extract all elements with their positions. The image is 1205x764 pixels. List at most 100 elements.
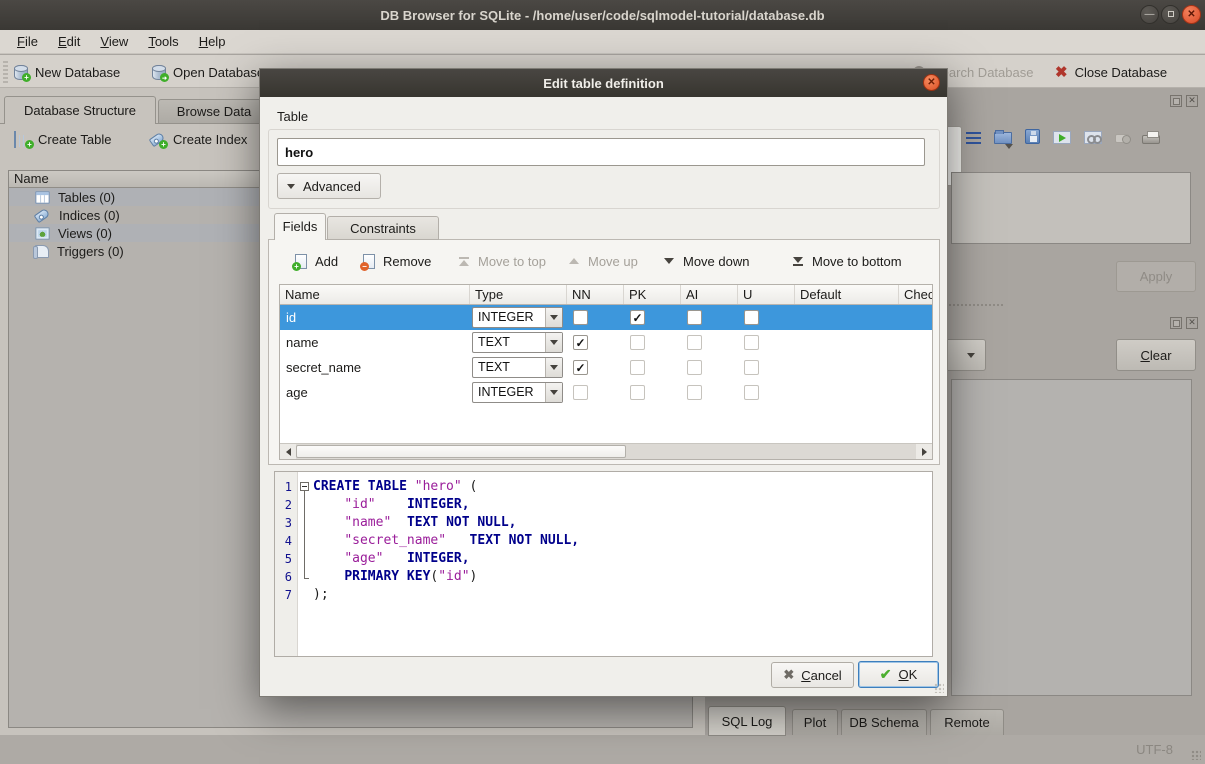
- attach-icon[interactable]: [1084, 131, 1102, 144]
- new-database-button[interactable]: New Database: [14, 60, 120, 84]
- column-header-default[interactable]: Default: [795, 285, 899, 304]
- pk-checkbox[interactable]: ✓: [630, 310, 645, 325]
- encoding-indicator[interactable]: UTF-8: [1136, 742, 1173, 757]
- scrollbar-thumb[interactable]: [296, 445, 626, 458]
- default-cell[interactable]: [795, 305, 899, 330]
- unique-checkbox[interactable]: [744, 310, 759, 325]
- create-table-button[interactable]: Create Table: [14, 132, 111, 147]
- format-sql-icon[interactable]: [966, 132, 981, 144]
- ai-checkbox[interactable]: [687, 360, 702, 375]
- advanced-button[interactable]: Advanced: [277, 173, 381, 199]
- remove-button[interactable]: Remove: [363, 250, 431, 272]
- ai-checkbox[interactable]: [687, 335, 702, 350]
- move-to-bottom-button[interactable]: Move to bottom: [792, 250, 902, 272]
- close-database-button[interactable]: ✖ Close Database: [1055, 60, 1167, 84]
- open-database-button[interactable]: Open Database: [152, 60, 264, 84]
- nn-checkbox[interactable]: ✓: [573, 360, 588, 375]
- tab-fields[interactable]: Fields: [274, 213, 326, 240]
- menu-edit[interactable]: Edit: [49, 32, 89, 51]
- tab-constraints[interactable]: Constraints: [327, 216, 439, 240]
- field-row-name[interactable]: nameTEXT ✓: [280, 330, 932, 355]
- menu-tools[interactable]: Tools: [139, 32, 187, 51]
- move-down-button[interactable]: Move down: [663, 250, 749, 272]
- create-index-button[interactable]: Create Index: [150, 132, 247, 147]
- type-combobox[interactable]: INTEGER: [472, 382, 563, 403]
- unique-checkbox[interactable]: [744, 360, 759, 375]
- default-cell[interactable]: [795, 330, 899, 355]
- field-row-id[interactable]: idINTEGER ✓: [280, 305, 932, 330]
- unique-checkbox[interactable]: [744, 385, 759, 400]
- chevron-down-icon[interactable]: [545, 308, 562, 327]
- nn-checkbox[interactable]: ✓: [573, 335, 588, 350]
- unique-checkbox[interactable]: [744, 335, 759, 350]
- chevron-down-icon[interactable]: [545, 333, 562, 352]
- table-name-input[interactable]: [277, 138, 925, 166]
- field-row-age[interactable]: ageINTEGER: [280, 380, 932, 405]
- menu-view[interactable]: View: [91, 32, 137, 51]
- resize-grip[interactable]: [1191, 750, 1201, 760]
- check-cell[interactable]: [899, 305, 933, 330]
- close-icon[interactable]: ✕: [1182, 5, 1201, 24]
- cancel-button[interactable]: ✖ Cancel: [771, 662, 854, 688]
- column-header-check[interactable]: Check: [899, 285, 933, 304]
- dock-float-icon[interactable]: [1170, 317, 1182, 329]
- ai-checkbox[interactable]: [687, 385, 702, 400]
- pk-checkbox[interactable]: [630, 360, 645, 375]
- add-button[interactable]: Add: [295, 250, 338, 272]
- menu-help[interactable]: Help: [190, 32, 235, 51]
- column-header-nn[interactable]: NN: [567, 285, 624, 304]
- horizontal-scrollbar[interactable]: [280, 443, 932, 459]
- nn-checkbox[interactable]: [573, 310, 588, 325]
- field-row-secret-name[interactable]: secret_nameTEXT ✓: [280, 355, 932, 380]
- field-name-cell[interactable]: secret_name: [280, 355, 470, 380]
- log-box[interactable]: [951, 379, 1192, 696]
- chevron-down-icon[interactable]: [545, 383, 562, 402]
- tab-browse-data[interactable]: Browse Data: [158, 99, 270, 124]
- fold-marker[interactable]: [297, 478, 313, 496]
- save-sql-file-icon[interactable]: [1025, 129, 1040, 144]
- scroll-right-icon[interactable]: [916, 444, 932, 459]
- sql-preview[interactable]: 1CREATE TABLE "hero" (2 "id" INTEGER,3 "…: [274, 471, 933, 657]
- chevron-down-icon[interactable]: [545, 358, 562, 377]
- column-header-u[interactable]: U: [738, 285, 795, 304]
- maximize-icon[interactable]: [1161, 5, 1180, 24]
- dialog-resize-grip[interactable]: [934, 683, 944, 693]
- bottom-tab-remote[interactable]: Remote: [930, 709, 1004, 736]
- open-sql-file-icon[interactable]: [994, 132, 1012, 144]
- dock-float-icon[interactable]: [1170, 95, 1182, 107]
- ok-button[interactable]: ✔ OK: [858, 661, 939, 688]
- field-name-cell[interactable]: name: [280, 330, 470, 355]
- ai-checkbox[interactable]: [687, 310, 702, 325]
- bottom-tab-plot[interactable]: Plot: [792, 709, 838, 736]
- check-cell[interactable]: [899, 355, 933, 380]
- dock-close-icon[interactable]: [1186, 317, 1198, 329]
- clear-button[interactable]: Clear: [1116, 339, 1196, 371]
- menu-file[interactable]: File: [8, 32, 47, 51]
- field-name-cell[interactable]: id: [280, 305, 470, 330]
- default-cell[interactable]: [795, 355, 899, 380]
- dock-close-icon[interactable]: [1186, 95, 1198, 107]
- pk-checkbox[interactable]: [630, 335, 645, 350]
- scroll-left-icon[interactable]: [280, 444, 296, 459]
- dialog-close-icon[interactable]: ✕: [923, 74, 940, 91]
- minimize-icon[interactable]: —: [1140, 5, 1159, 24]
- execute-sql-icon[interactable]: [1053, 131, 1071, 144]
- toolbar-grip[interactable]: [3, 61, 8, 83]
- type-combobox[interactable]: TEXT: [472, 332, 563, 353]
- check-cell[interactable]: [899, 380, 933, 405]
- pk-checkbox[interactable]: [630, 385, 645, 400]
- type-combobox[interactable]: INTEGER: [472, 307, 563, 328]
- type-combobox[interactable]: TEXT: [472, 357, 563, 378]
- field-name-cell[interactable]: age: [280, 380, 470, 405]
- bottom-tab-db-schema[interactable]: DB Schema: [841, 709, 927, 736]
- fold-collapse-icon[interactable]: [300, 482, 309, 491]
- nn-checkbox[interactable]: [573, 385, 588, 400]
- column-header-ai[interactable]: AI: [681, 285, 738, 304]
- results-box[interactable]: [951, 172, 1191, 244]
- tab-database-structure[interactable]: Database Structure: [4, 96, 156, 124]
- column-header-type[interactable]: Type: [470, 285, 567, 304]
- check-cell[interactable]: [899, 330, 933, 355]
- bottom-tab-sql-log[interactable]: SQL Log: [708, 706, 786, 736]
- print-icon[interactable]: [1142, 135, 1160, 144]
- default-cell[interactable]: [795, 380, 899, 405]
